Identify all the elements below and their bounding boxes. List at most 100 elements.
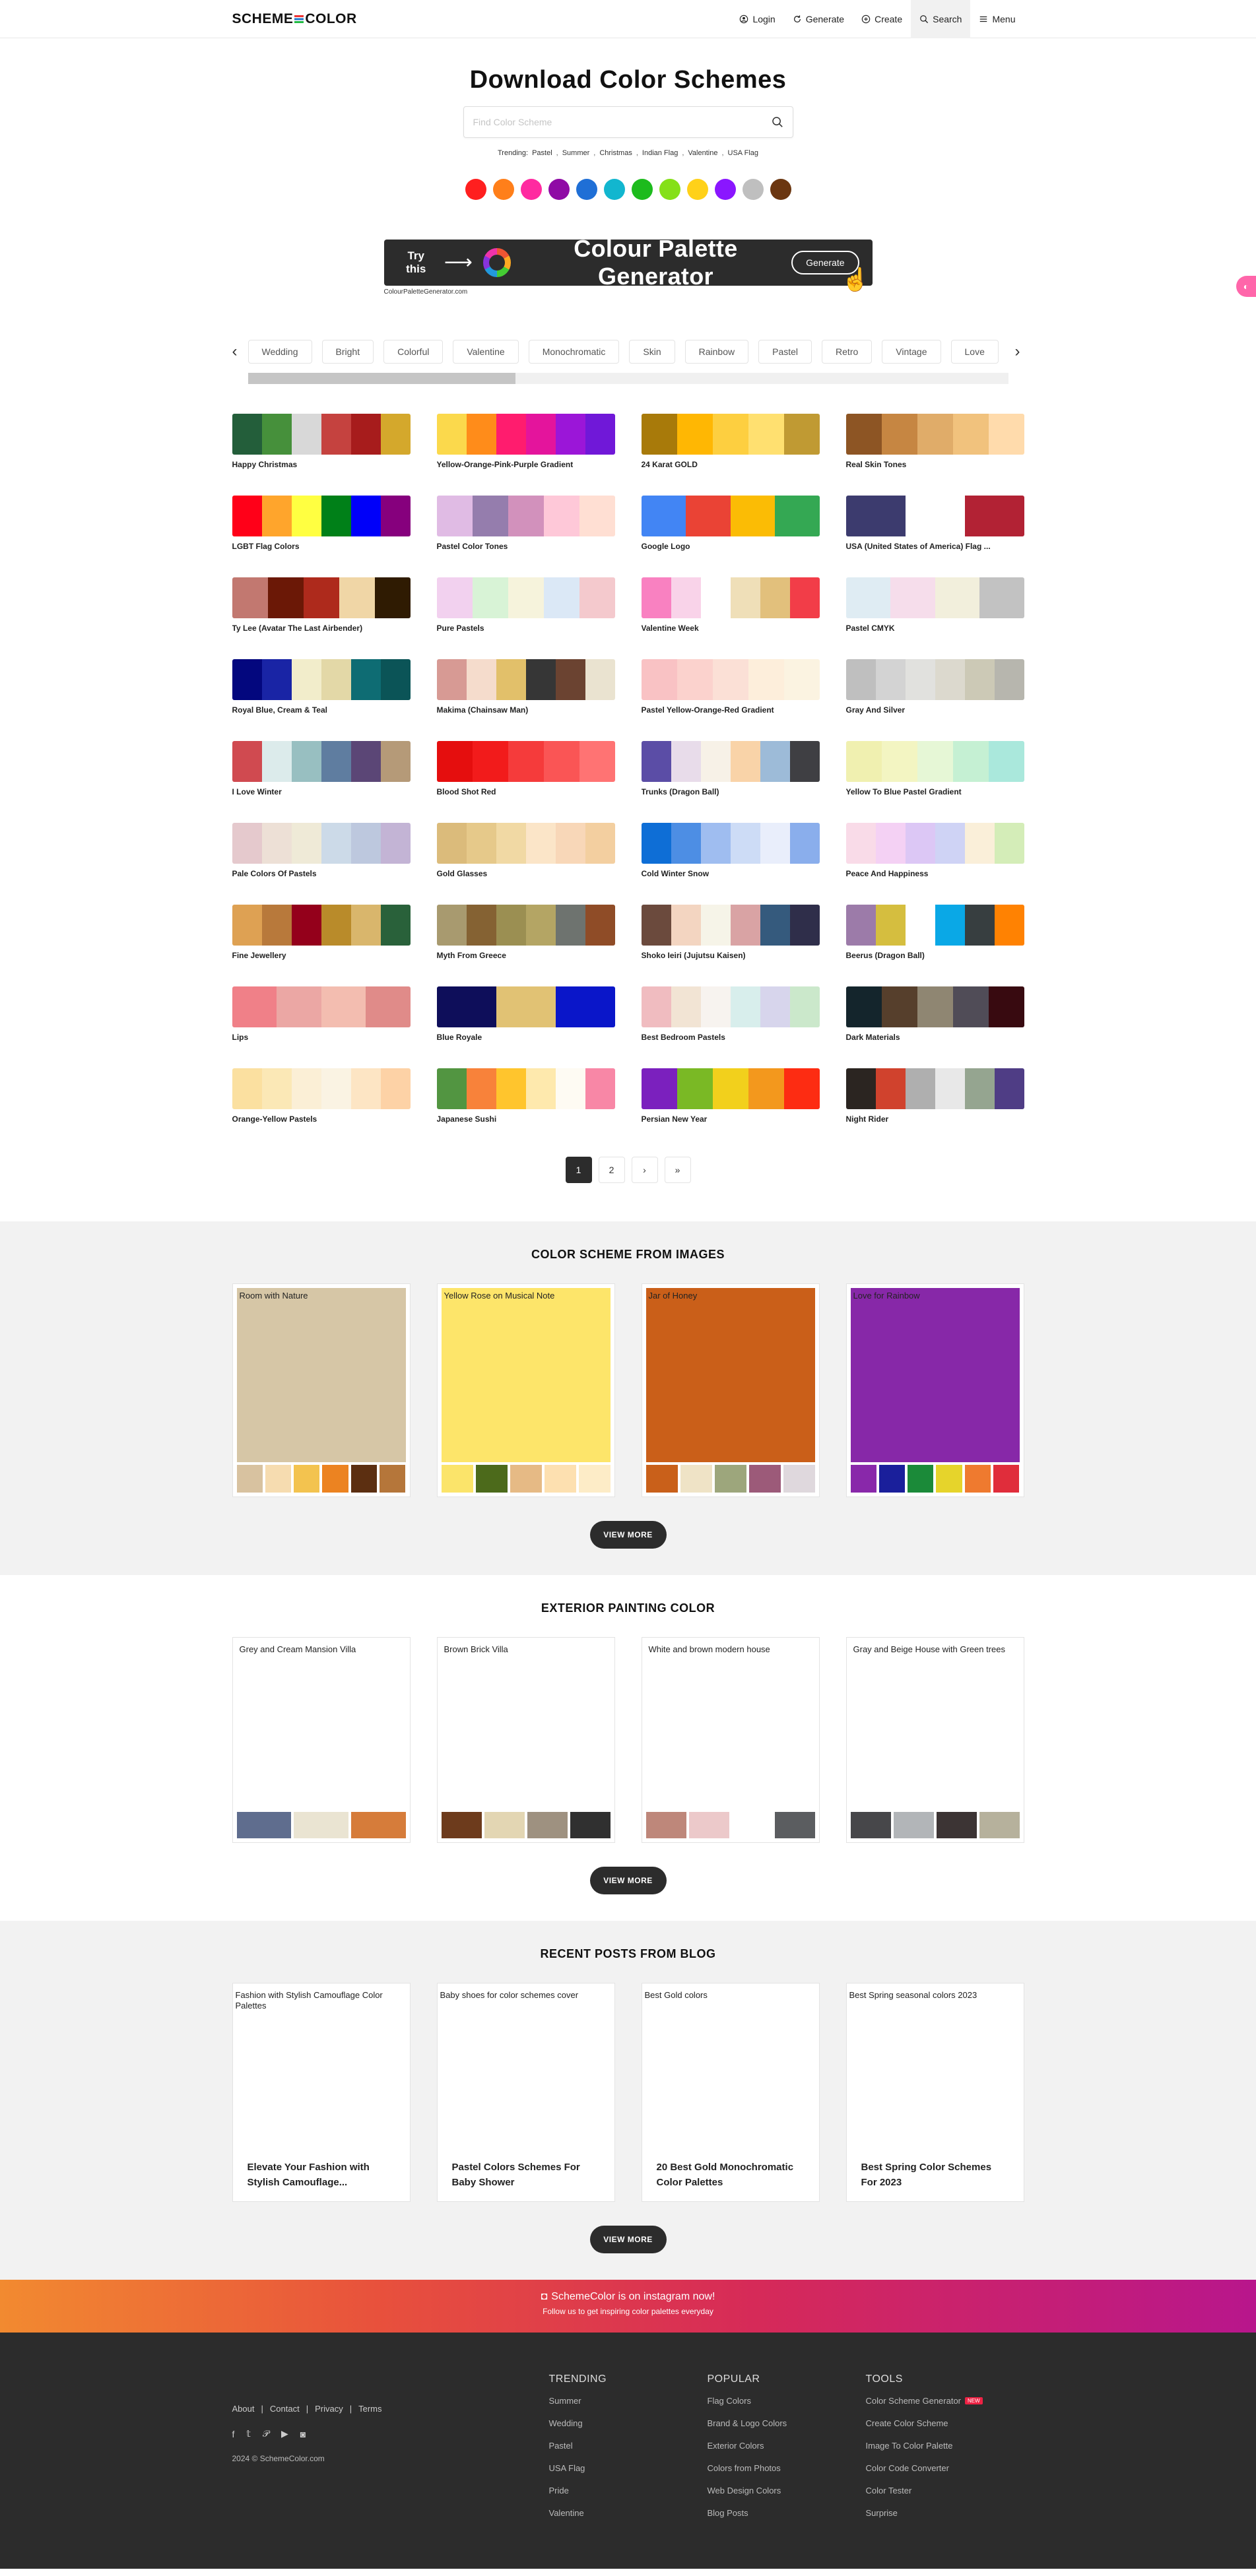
image-scheme-card[interactable]: Love for Rainbow bbox=[845, 1283, 1024, 1497]
tag-chip[interactable]: Monochromatic bbox=[528, 340, 620, 364]
site-logo[interactable]: SCHEME COLOR bbox=[232, 11, 357, 27]
exterior-card[interactable]: Grey and Cream Mansion Villa bbox=[232, 1637, 411, 1843]
footer-link[interactable]: Brand & Logo Colors bbox=[708, 2418, 787, 2428]
search-input[interactable] bbox=[473, 117, 772, 127]
color-filter-dot[interactable] bbox=[686, 179, 708, 200]
color-filter-dot[interactable] bbox=[659, 179, 680, 200]
scheme-card[interactable]: Best Bedroom Pastels bbox=[641, 986, 820, 1042]
scheme-card[interactable]: Pastel CMYK bbox=[845, 577, 1024, 633]
nav-menu[interactable]: Menu bbox=[970, 0, 1024, 38]
tag-chip[interactable]: Wedding bbox=[248, 340, 312, 364]
pinterest-icon[interactable]: 𝒫 bbox=[263, 2428, 269, 2439]
image-scheme-card[interactable]: Yellow Rose on Musical Note bbox=[436, 1283, 615, 1497]
scheme-card[interactable]: Gold Glasses bbox=[436, 823, 615, 878]
scheme-card[interactable]: Pure Pastels bbox=[436, 577, 615, 633]
scheme-card[interactable]: Blood Shot Red bbox=[436, 741, 615, 796]
scheme-card[interactable]: Ty Lee (Avatar The Last Airbender) bbox=[232, 577, 411, 633]
tag-chip[interactable]: Valentine bbox=[453, 340, 519, 364]
footer-link[interactable]: Flag Colors bbox=[708, 2396, 751, 2406]
scheme-card[interactable]: Yellow-Orange-Pink-Purple Gradient bbox=[436, 414, 615, 469]
view-more-blog-button[interactable]: VIEW MORE bbox=[589, 2226, 667, 2253]
color-filter-dot[interactable] bbox=[520, 179, 542, 200]
footer-link[interactable]: Color Code Converter bbox=[866, 2463, 949, 2473]
footer-link-terms[interactable]: Terms bbox=[358, 2404, 381, 2414]
instagram-banner[interactable]: ◘ SchemeColor is on instagram now! Follow… bbox=[0, 2280, 1256, 2333]
scheme-card[interactable]: Myth From Greece bbox=[436, 905, 615, 960]
view-more-exterior-button[interactable]: VIEW MORE bbox=[589, 1867, 667, 1894]
trending-link[interactable]: Pastel bbox=[532, 149, 552, 157]
tag-scrollbar[interactable] bbox=[248, 373, 1008, 384]
image-scheme-card[interactable]: Room with Nature bbox=[232, 1283, 411, 1497]
scheme-card[interactable]: Night Rider bbox=[845, 1068, 1024, 1124]
tag-chip[interactable]: Rainbow bbox=[684, 340, 749, 364]
color-filter-dot[interactable] bbox=[770, 179, 791, 200]
exterior-card[interactable]: White and brown modern house bbox=[641, 1637, 820, 1843]
tag-chip[interactable]: Skin bbox=[629, 340, 675, 364]
scheme-card[interactable]: Pale Colors Of Pastels bbox=[232, 823, 411, 878]
scheme-card[interactable]: Trunks (Dragon Ball) bbox=[641, 741, 820, 796]
footer-link-contact[interactable]: Contact bbox=[270, 2404, 300, 2414]
nav-login[interactable]: Login bbox=[731, 0, 783, 38]
color-filter-dot[interactable] bbox=[576, 179, 597, 200]
footer-link[interactable]: Valentine bbox=[549, 2508, 584, 2518]
page-button[interactable]: 1 bbox=[565, 1157, 592, 1183]
footer-link[interactable]: Create Color Scheme bbox=[866, 2418, 948, 2428]
trending-link[interactable]: Christmas bbox=[599, 149, 632, 157]
color-filter-dot[interactable] bbox=[631, 179, 653, 200]
scheme-card[interactable]: Beerus (Dragon Ball) bbox=[845, 905, 1024, 960]
scheme-card[interactable]: Blue Royale bbox=[436, 986, 615, 1042]
tag-chip[interactable]: Pastel bbox=[758, 340, 812, 364]
scheme-card[interactable]: Pastel Yellow-Orange-Red Gradient bbox=[641, 659, 820, 715]
color-filter-dot[interactable] bbox=[548, 179, 570, 200]
tag-chip[interactable]: Retro bbox=[822, 340, 873, 364]
image-scheme-card[interactable]: Jar of Honey bbox=[641, 1283, 820, 1497]
floating-side-tab[interactable]: ◐ bbox=[1236, 276, 1256, 297]
footer-link[interactable]: Surprise bbox=[866, 2508, 898, 2518]
footer-link[interactable]: USA Flag bbox=[549, 2463, 585, 2473]
scheme-card[interactable]: Dark Materials bbox=[845, 986, 1024, 1042]
scheme-card[interactable]: Cold Winter Snow bbox=[641, 823, 820, 878]
footer-link[interactable]: Color Tester bbox=[866, 2486, 912, 2496]
blog-post-card[interactable]: Baby shoes for color schemes cover Pastel… bbox=[436, 1983, 615, 2202]
exterior-card[interactable]: Brown Brick Villa bbox=[436, 1637, 615, 1843]
color-filter-dot[interactable] bbox=[742, 179, 764, 200]
chevron-right-icon[interactable]: › bbox=[1015, 342, 1024, 361]
scheme-card[interactable]: Yellow To Blue Pastel Gradient bbox=[845, 741, 1024, 796]
scheme-card[interactable]: Makima (Chainsaw Man) bbox=[436, 659, 615, 715]
footer-link[interactable]: Pastel bbox=[549, 2441, 573, 2451]
footer-link[interactable]: Exterior Colors bbox=[708, 2441, 764, 2451]
tag-chip[interactable]: Colorful bbox=[383, 340, 444, 364]
scheme-card[interactable]: 24 Karat GOLD bbox=[641, 414, 820, 469]
page-button[interactable]: 2 bbox=[598, 1157, 625, 1183]
scheme-card[interactable]: Japanese Sushi bbox=[436, 1068, 615, 1124]
nav-generate[interactable]: Generate bbox=[784, 0, 853, 38]
facebook-icon[interactable]: f bbox=[232, 2429, 235, 2439]
search-icon[interactable] bbox=[772, 116, 783, 128]
trending-link[interactable]: Summer bbox=[562, 149, 590, 157]
exterior-card[interactable]: Gray and Beige House with Green trees bbox=[845, 1637, 1024, 1843]
scheme-card[interactable]: Shoko Ieiri (Jujutsu Kaisen) bbox=[641, 905, 820, 960]
scheme-card[interactable]: Orange-Yellow Pastels bbox=[232, 1068, 411, 1124]
nav-create[interactable]: Create bbox=[853, 0, 911, 38]
scrollbar-thumb[interactable] bbox=[248, 373, 515, 384]
scheme-card[interactable]: Gray And Silver bbox=[845, 659, 1024, 715]
blog-post-card[interactable]: Best Spring seasonal colors 2023 Best Spr… bbox=[845, 1983, 1024, 2202]
scheme-card[interactable]: LGBT Flag Colors bbox=[232, 496, 411, 551]
tag-chip[interactable]: Bright bbox=[321, 340, 374, 364]
scheme-card[interactable]: Lips bbox=[232, 986, 411, 1042]
scheme-card[interactable]: USA (United States of America) Flag ... bbox=[845, 496, 1024, 551]
color-filter-dot[interactable] bbox=[603, 179, 625, 200]
tag-chip[interactable]: Vintage bbox=[882, 340, 941, 364]
scheme-card[interactable]: Google Logo bbox=[641, 496, 820, 551]
color-filter-dot[interactable] bbox=[465, 179, 486, 200]
color-filter-dot[interactable] bbox=[714, 179, 736, 200]
footer-link[interactable]: Summer bbox=[549, 2396, 581, 2406]
page-button[interactable]: › bbox=[631, 1157, 658, 1183]
nav-search[interactable]: Search bbox=[911, 0, 971, 38]
trending-link[interactable]: Valentine bbox=[688, 149, 717, 157]
scheme-card[interactable]: Royal Blue, Cream & Teal bbox=[232, 659, 411, 715]
footer-link[interactable]: Blog Posts bbox=[708, 2508, 748, 2518]
twitter-icon[interactable]: 𝕥 bbox=[246, 2428, 251, 2439]
scheme-card[interactable]: Persian New Year bbox=[641, 1068, 820, 1124]
view-more-images-button[interactable]: VIEW MORE bbox=[589, 1521, 667, 1549]
